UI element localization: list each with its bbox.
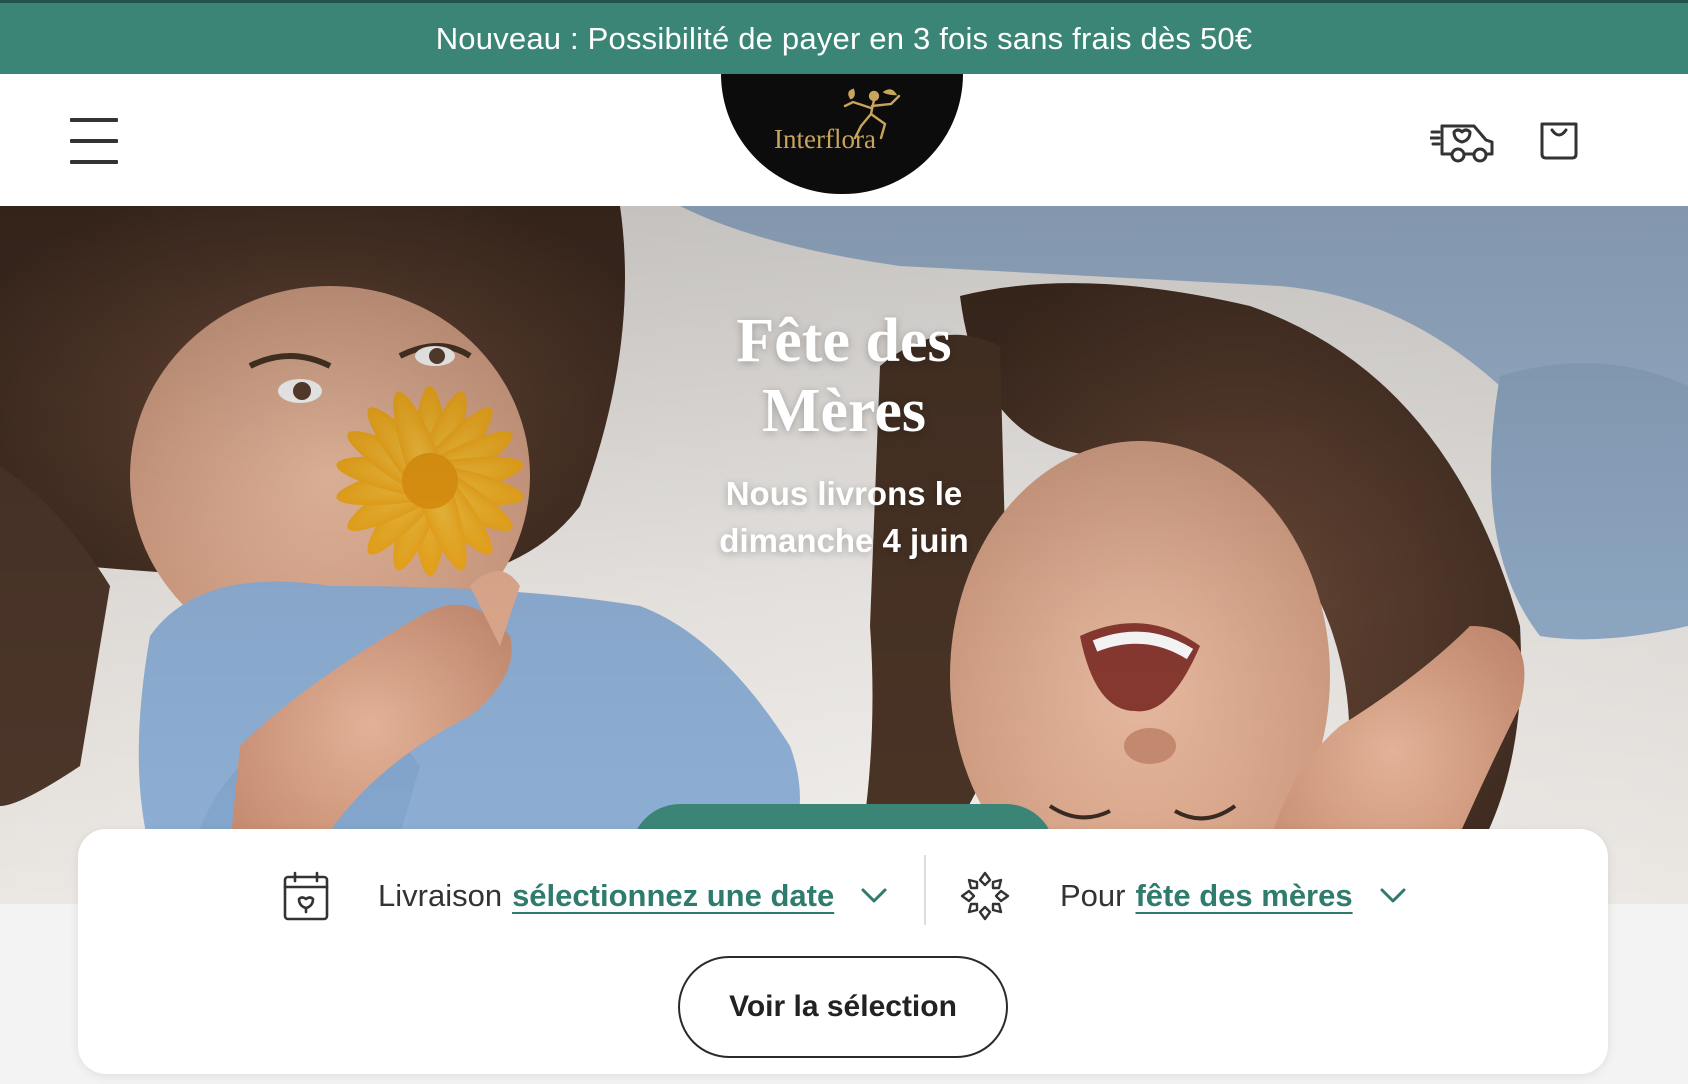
hamburger-menu-icon — [70, 118, 118, 122]
hero-title: Fête des Mères — [736, 307, 952, 445]
delivery-date-dropdown[interactable]: Livraison sélectionnez une date — [282, 863, 888, 929]
view-selection-button[interactable]: Voir la sélection — [678, 956, 1008, 1058]
occasion-dropdown[interactable]: Pour fête des mères — [958, 863, 1407, 929]
product-selector-card: Livraison sélectionnez une date Pour fêt… — [78, 829, 1608, 1074]
occasion-value[interactable]: fête des mères — [1135, 878, 1352, 914]
logo-wordmark: Interflora — [774, 124, 876, 154]
delivery-date-value[interactable]: sélectionnez une date — [512, 878, 834, 914]
hamburger-line — [70, 139, 118, 143]
calendar-icon — [283, 871, 329, 921]
hero-banner: Fête des Mères Nous livrons le dimanche … — [0, 206, 1688, 904]
hero-subtitle: Nous livrons le dimanche 4 juin — [719, 475, 969, 559]
chevron-down-icon — [861, 888, 887, 903]
menu-button[interactable] — [70, 118, 118, 164]
hero-content: Fête des Mères Nous livrons le dimanche … — [614, 306, 1074, 564]
promo-banner-text: Nouveau : Possibilité de payer en 3 fois… — [435, 20, 1253, 56]
flower-icon — [960, 871, 1010, 921]
delivery-label: Livraison — [378, 878, 503, 913]
promo-banner[interactable]: Nouveau : Possibilité de payer en 3 fois… — [0, 3, 1688, 74]
shopping-bag-icon[interactable] — [1538, 116, 1580, 162]
hamburger-line — [70, 160, 118, 164]
field-divider — [924, 855, 926, 925]
delivery-truck-icon[interactable] — [1430, 118, 1496, 164]
chevron-down-icon — [1380, 888, 1406, 903]
occasion-label: Pour — [1060, 878, 1126, 913]
